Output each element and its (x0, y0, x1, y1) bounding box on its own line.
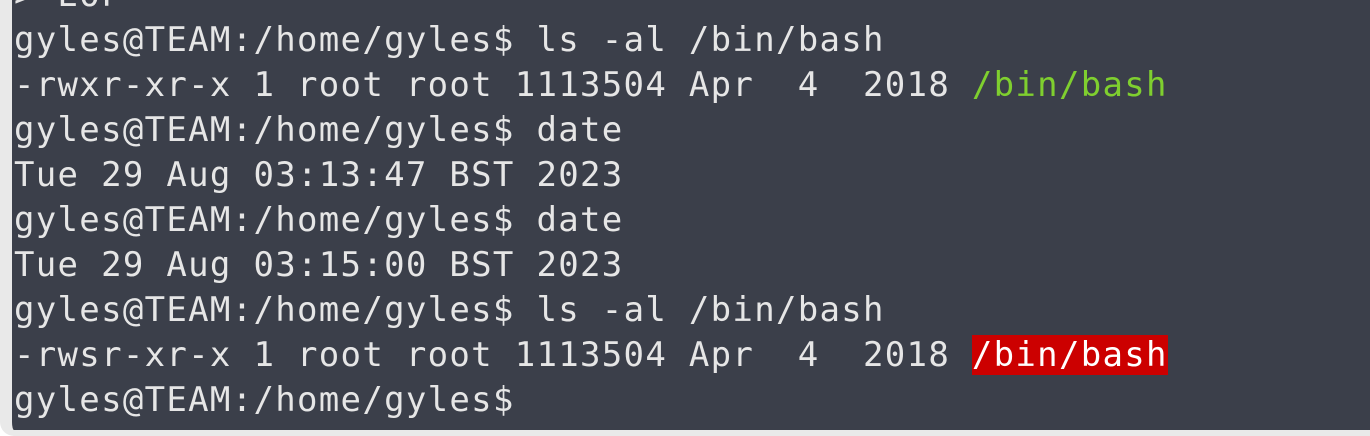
command-text: ls -al /bin/bash (536, 20, 885, 60)
shell-prompt: gyles@TEAM:/home/gyles$ (14, 20, 515, 60)
terminal-line-listing: -rwsr-xr-x 1 root root 1113504 Apr 4 201… (14, 333, 1168, 378)
terminal-line-prompt[interactable]: gyles@TEAM:/home/gyles$ (14, 378, 1168, 423)
executable-filename: /bin/bash (971, 65, 1168, 105)
terminal-output: > EOF gyles@TEAM:/home/gyles$ ls -al /bi… (14, 0, 1168, 423)
date-output: Tue 29 Aug 03:15:00 BST 2023 (14, 245, 624, 285)
terminal-line-output: Tue 29 Aug 03:15:00 BST 2023 (14, 243, 1168, 288)
shell-prompt: gyles@TEAM:/home/gyles$ (14, 110, 515, 150)
shell-prompt: gyles@TEAM:/home/gyles$ (14, 290, 515, 330)
shell-prompt: gyles@TEAM:/home/gyles$ (14, 380, 515, 420)
date-output: Tue 29 Aug 03:13:47 BST 2023 (14, 155, 624, 195)
terminal-line-command: gyles@TEAM:/home/gyles$ date (14, 108, 1168, 153)
terminal-line-command: gyles@TEAM:/home/gyles$ ls -al /bin/bash (14, 288, 1168, 333)
heredoc-terminator: > EOF (14, 0, 123, 15)
command-text: ls -al /bin/bash (536, 290, 885, 330)
setuid-filename: /bin/bash (971, 335, 1168, 375)
terminal-line-output: Tue 29 Aug 03:13:47 BST 2023 (14, 153, 1168, 198)
file-listing-details: -rwxr-xr-x 1 root root 1113504 Apr 4 201… (14, 65, 972, 105)
terminal-line-command: gyles@TEAM:/home/gyles$ date (14, 198, 1168, 243)
terminal-line-partial: > EOF (14, 0, 1168, 18)
terminal-window[interactable]: > EOF gyles@TEAM:/home/gyles$ ls -al /bi… (0, 0, 1370, 436)
command-text: date (536, 110, 624, 150)
terminal-line-command: gyles@TEAM:/home/gyles$ ls -al /bin/bash (14, 18, 1168, 63)
shell-prompt: gyles@TEAM:/home/gyles$ (14, 200, 515, 240)
command-text: date (536, 200, 624, 240)
file-listing-details: -rwsr-xr-x 1 root root 1113504 Apr 4 201… (14, 335, 972, 375)
terminal-line-listing: -rwxr-xr-x 1 root root 1113504 Apr 4 201… (14, 63, 1168, 108)
